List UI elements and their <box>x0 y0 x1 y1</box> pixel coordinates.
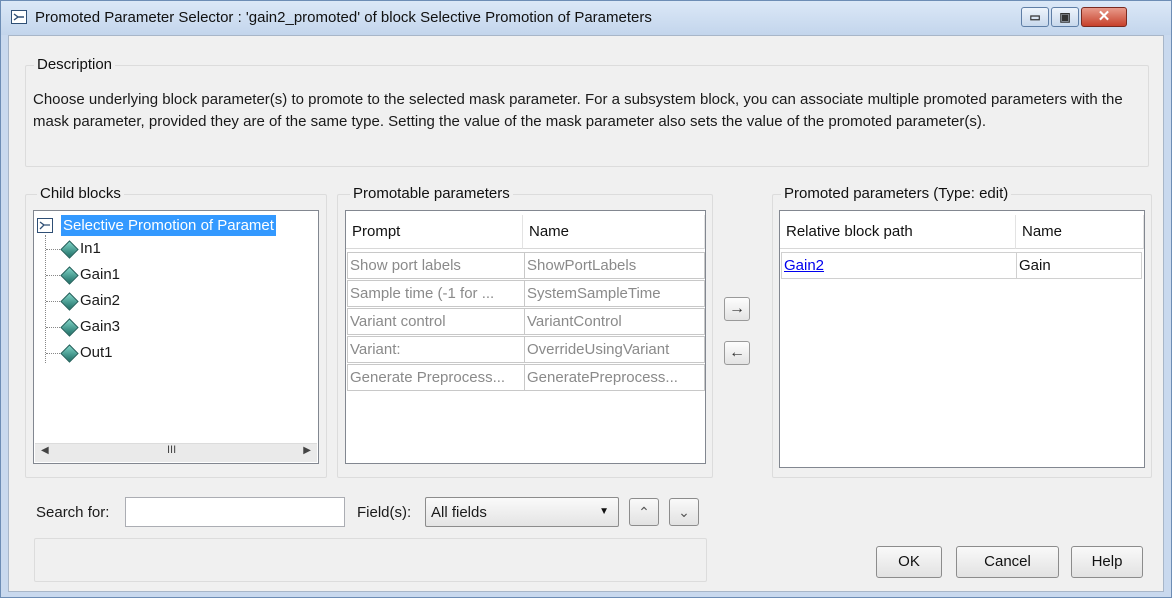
dialog-window: Promoted Parameter Selector : 'gain2_pro… <box>0 0 1172 598</box>
promotable-label: Promotable parameters <box>350 185 513 202</box>
tree-item-gain3[interactable]: Gain3 <box>80 318 120 340</box>
block-icon <box>60 240 79 259</box>
fields-dropdown[interactable]: All fields ▼ <box>425 497 619 527</box>
tree-item-gain2[interactable]: Gain2 <box>80 292 120 314</box>
tree-connector <box>46 353 60 354</box>
tree-connector <box>46 301 60 302</box>
tree-connector <box>46 327 60 328</box>
column-header[interactable]: Relative block path <box>780 215 1016 249</box>
status-area <box>34 538 707 582</box>
block-icon <box>11 10 27 24</box>
table-cell[interactable]: Variant: <box>347 336 525 363</box>
left-arrow-icon: ← <box>729 344 745 361</box>
tree-connector <box>46 249 60 250</box>
minimize-icon: ▭ <box>1029 10 1041 24</box>
table-cell[interactable]: GeneratePreprocess... <box>524 364 705 391</box>
tree-connector <box>46 275 60 276</box>
child-blocks-tree[interactable]: Selective Promotion of Paramet In1 Gain1 G… <box>33 210 319 464</box>
close-icon: ✕ <box>1097 8 1111 25</box>
scroll-thumb[interactable]: III <box>167 444 176 456</box>
block-icon <box>60 292 79 311</box>
table-cell[interactable]: Generate Preprocess... <box>347 364 525 391</box>
description-text: Choose underlying block parameter(s) to … <box>33 91 1123 130</box>
tree-horizontal-scrollbar[interactable]: ◀ III ▶ <box>35 443 317 462</box>
tree-guide-line <box>45 235 46 363</box>
cancel-button[interactable]: Cancel <box>956 546 1059 578</box>
maximize-icon: ▣ <box>1059 10 1071 24</box>
column-header[interactable]: Prompt <box>346 215 523 249</box>
scroll-left-icon[interactable]: ◀ <box>41 445 49 456</box>
chevron-up-icon: ⌃ <box>638 504 650 520</box>
table-cell[interactable]: Gain <box>1016 252 1142 279</box>
title-bar[interactable]: Promoted Parameter Selector : 'gain2_pro… <box>1 1 1171 35</box>
close-button[interactable]: ✕ <box>1081 7 1127 27</box>
block-icon <box>60 344 79 363</box>
table-cell[interactable]: VariantControl <box>524 308 705 335</box>
promote-button[interactable]: → <box>724 297 750 321</box>
block-icon <box>60 318 79 337</box>
subsystem-icon <box>37 218 53 233</box>
promotable-table[interactable]: Prompt Name Show port labels ShowPortLabels… <box>345 210 706 464</box>
tree-item-out1[interactable]: Out1 <box>80 344 113 366</box>
tree-item-gain1[interactable]: Gain1 <box>80 266 120 288</box>
scroll-right-icon[interactable]: ▶ <box>303 445 311 456</box>
column-header[interactable]: Name <box>523 215 705 249</box>
search-down-button[interactable]: ⌄ <box>669 498 699 526</box>
right-arrow-icon: → <box>729 300 745 317</box>
help-button[interactable]: Help <box>1071 546 1143 578</box>
table-cell[interactable]: OverrideUsingVariant <box>524 336 705 363</box>
tree-item-in1[interactable]: In1 <box>80 240 101 262</box>
fields-label: Field(s): <box>357 504 412 521</box>
tree-root-item[interactable]: Selective Promotion of Paramet <box>61 215 276 236</box>
table-cell[interactable]: Show port labels <box>347 252 525 279</box>
table-cell[interactable]: ShowPortLabels <box>524 252 705 279</box>
promoted-label: Promoted parameters (Type: edit) <box>781 185 1012 202</box>
search-input[interactable] <box>125 497 345 527</box>
promoted-table[interactable]: Relative block path Name Gain2 Gain <box>779 210 1145 468</box>
fields-selected-value: All fields <box>431 504 487 521</box>
search-label: Search for: <box>36 504 110 521</box>
maximize-button[interactable]: ▣ <box>1051 7 1079 27</box>
unpromote-button[interactable]: ← <box>724 341 750 365</box>
dropdown-arrow-icon: ▼ <box>599 506 609 517</box>
ok-button[interactable]: OK <box>876 546 942 578</box>
block-path-link[interactable]: Gain2 <box>781 252 1017 279</box>
search-up-button[interactable]: ⌃ <box>629 498 659 526</box>
window-title: Promoted Parameter Selector : 'gain2_pro… <box>35 9 652 26</box>
minimize-button[interactable]: ▭ <box>1021 7 1049 27</box>
child-blocks-label: Child blocks <box>37 185 124 202</box>
chevron-down-icon: ⌄ <box>678 504 690 520</box>
description-label: Description <box>34 56 116 73</box>
table-cell[interactable]: Sample time (-1 for ... <box>347 280 525 307</box>
block-icon <box>60 266 79 285</box>
column-header[interactable]: Name <box>1016 215 1144 249</box>
table-cell[interactable]: SystemSampleTime <box>524 280 705 307</box>
table-cell[interactable]: Variant control <box>347 308 525 335</box>
